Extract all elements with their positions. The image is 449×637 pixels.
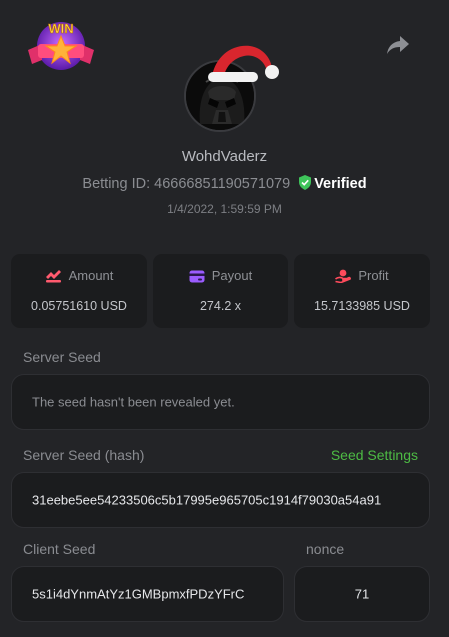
username: WohdVaderz	[181, 148, 268, 165]
win-badge-icon: WIN	[28, 21, 94, 70]
stat-label-payout: Payout	[211, 268, 253, 283]
bet-timestamp: 1/4/2022, 1:59:59 PM	[167, 202, 282, 216]
profit-icon	[335, 269, 352, 284]
nonce-value: 71	[354, 586, 370, 602]
server-seed-field[interactable]: The seed hasn't been revealed yet.	[11, 374, 430, 430]
stat-card-amount: Amount 0.05751610 USD	[11, 254, 147, 328]
stat-value-amount: 0.05751610 USD	[31, 299, 127, 313]
seed-settings-link[interactable]: Seed Settings	[331, 447, 418, 463]
server-seed-hash-label: Server Seed (hash)	[23, 447, 145, 463]
client-seed-field[interactable]: 5s1i4dYnmAtYz1GMBpmxfPDzYFrC	[11, 566, 284, 622]
stat-card-profit: Profit 15.7133985 USD	[294, 254, 430, 328]
server-seed-hash-value: 31eebe5ee54233506c5b17995e965705c1914f79…	[32, 492, 382, 508]
betting-id-value: 46666851190571079	[154, 176, 291, 192]
betting-id-line: Betting ID: 46666851190571079 Verified	[0, 175, 449, 192]
amount-icon	[45, 270, 61, 283]
stat-value-profit: 15.7133985 USD	[314, 299, 410, 313]
verified-label: Verified	[314, 176, 367, 192]
santa-hat-icon	[208, 45, 279, 82]
server-seed-value: The seed hasn't been revealed yet.	[32, 394, 235, 410]
stat-card-payout: Payout 274.2 x	[153, 254, 288, 328]
share-icon[interactable]	[385, 33, 411, 57]
bet-details-page: WIN WohdVaderz Betting ID: 4666685119057…	[0, 0, 449, 637]
client-seed-label: Client Seed	[23, 541, 96, 557]
avatar	[180, 40, 284, 136]
betting-id-label: Betting ID:	[82, 176, 151, 192]
verified-shield-icon	[299, 175, 312, 190]
client-seed-value: 5s1i4dYnmAtYz1GMBpmxfPDzYFrC	[32, 586, 245, 602]
nonce-label: nonce	[306, 541, 345, 557]
stat-value-payout: 274.2 x	[199, 299, 241, 313]
server-seed-label: Server Seed	[23, 349, 101, 365]
stat-label-amount: Amount	[68, 268, 114, 283]
server-seed-hash-field[interactable]: 31eebe5ee54233506c5b17995e965705c1914f79…	[11, 472, 430, 528]
payout-icon	[189, 270, 205, 283]
stat-label-profit: Profit	[358, 268, 389, 283]
win-badge-text: WIN	[48, 21, 73, 36]
nonce-field[interactable]: 71	[294, 566, 430, 622]
